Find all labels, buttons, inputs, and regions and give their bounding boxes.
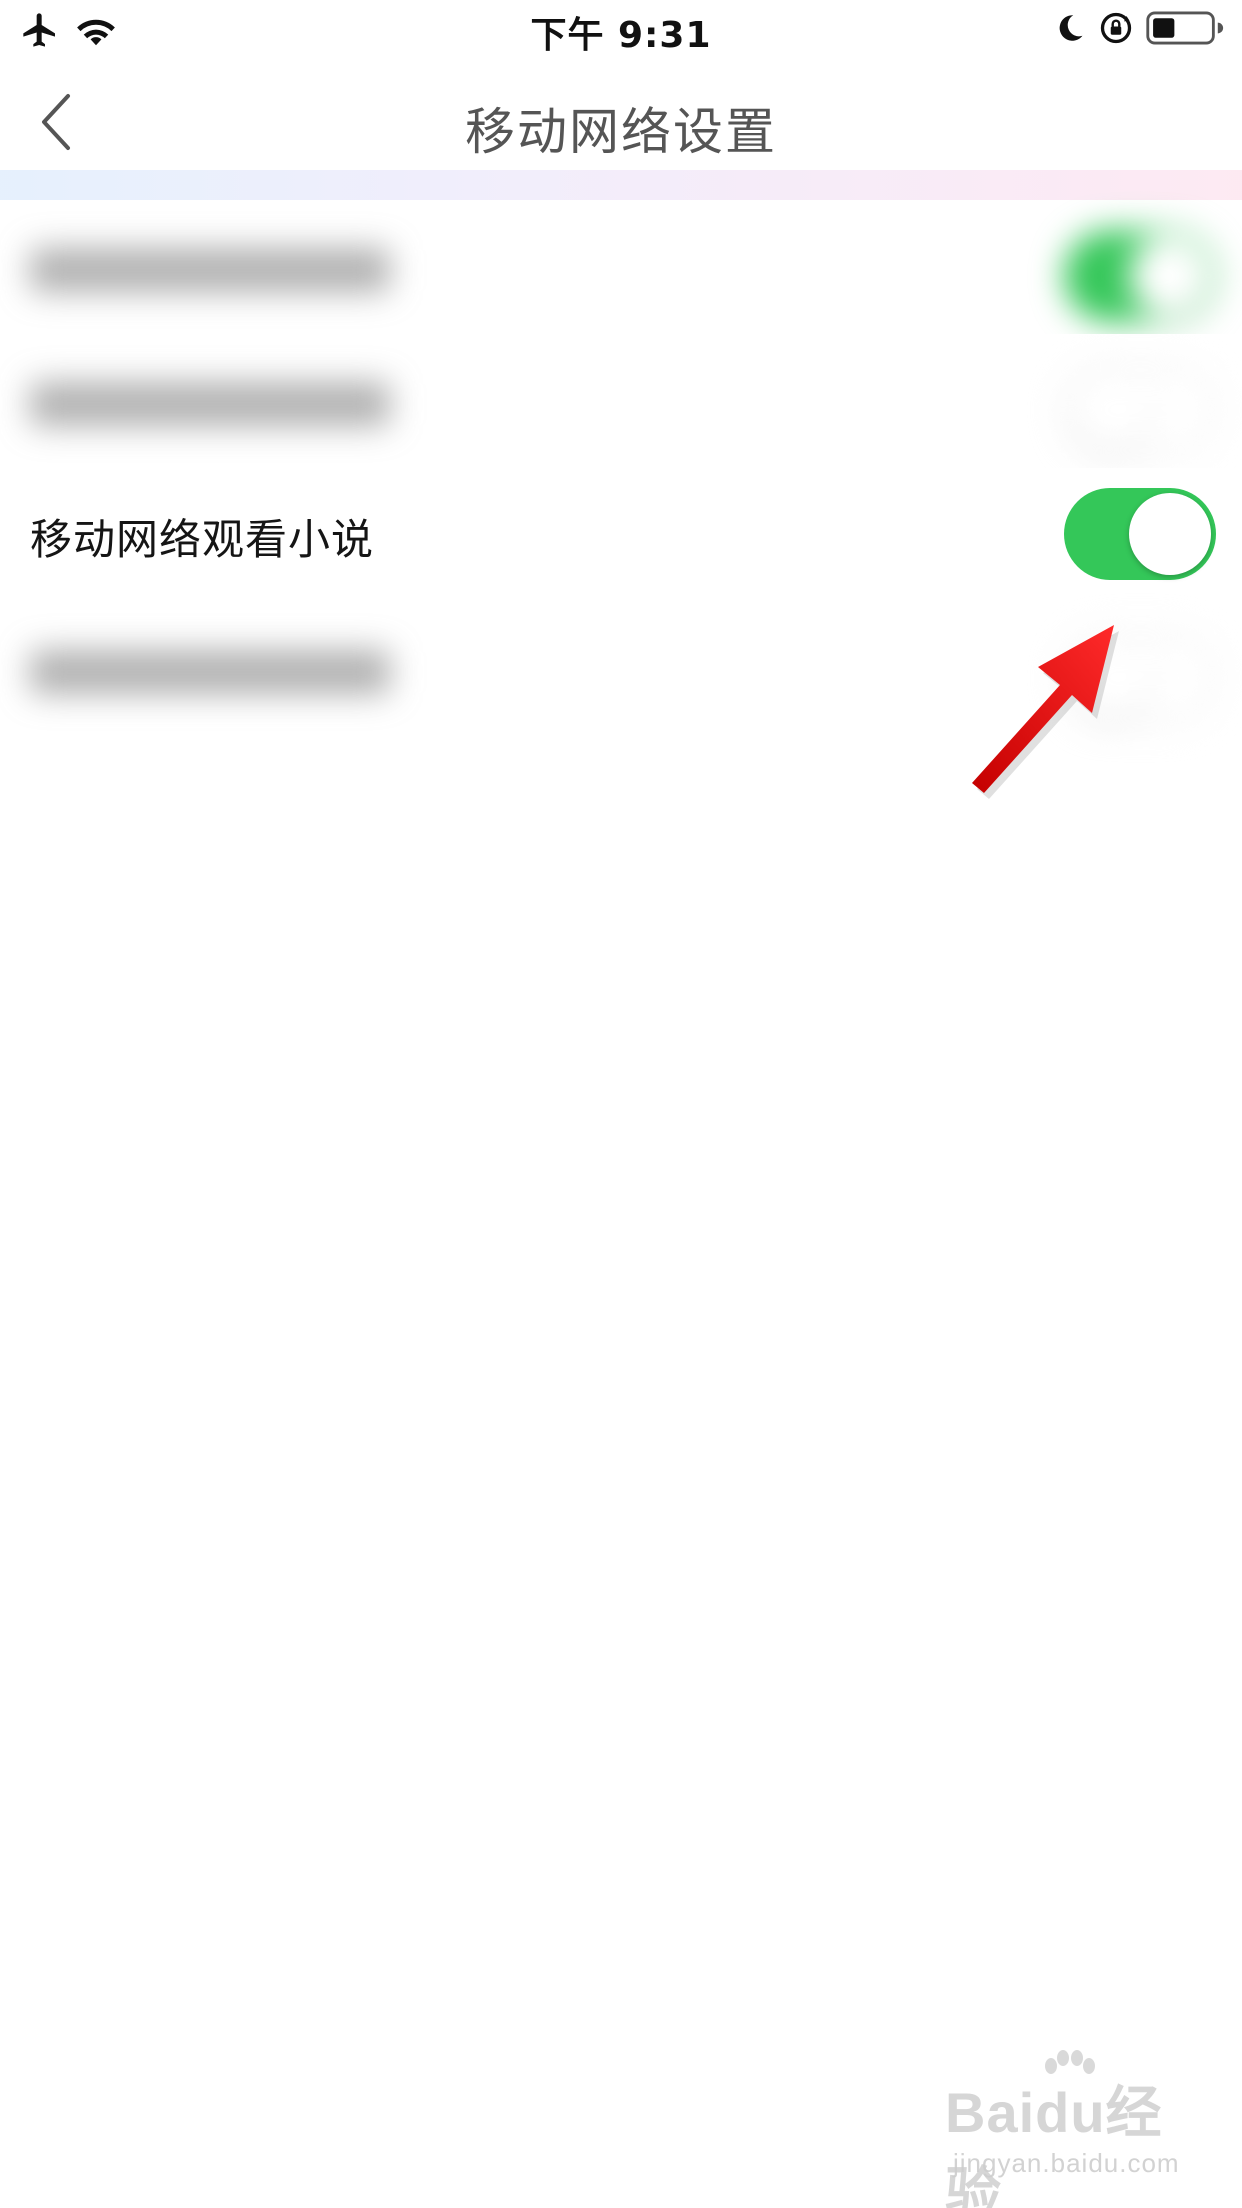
toggle-switch	[1064, 364, 1216, 456]
row-label: 移动网络观看小说	[30, 515, 375, 564]
toggle-switch	[1064, 230, 1216, 322]
baidu-watermark: Baidu经验 jingyan.baidu.com	[945, 2050, 1195, 2208]
status-right	[1052, 10, 1224, 50]
setting-row-novel: 移动网络观看小说	[0, 468, 1242, 604]
blurred-label	[30, 650, 390, 694]
novel-mobile-network-toggle[interactable]	[1064, 488, 1216, 580]
blurred-label	[30, 248, 390, 292]
watermark-url: jingyan.baidu.com	[953, 2148, 1180, 2178]
nav-bar: 移动网络设置	[0, 62, 1242, 170]
page-title: 移动网络设置	[465, 103, 777, 161]
watermark-brand: Baidu经验	[945, 2081, 1163, 2208]
annotation-arrow-icon	[972, 625, 1119, 799]
battery-icon	[1146, 10, 1224, 50]
rotation-lock-icon	[1098, 10, 1134, 50]
setting-row-1[interactable]	[0, 200, 1242, 336]
moon-icon	[1052, 11, 1086, 49]
status-bar: 下午 9:31	[0, 0, 1242, 62]
setting-row-2[interactable]	[0, 334, 1242, 470]
blurred-label	[30, 382, 390, 426]
screen: 下午 9:31 移动网络设置 移动网络观看小说 Baidu经验 jingyan.…	[0, 0, 1242, 2208]
